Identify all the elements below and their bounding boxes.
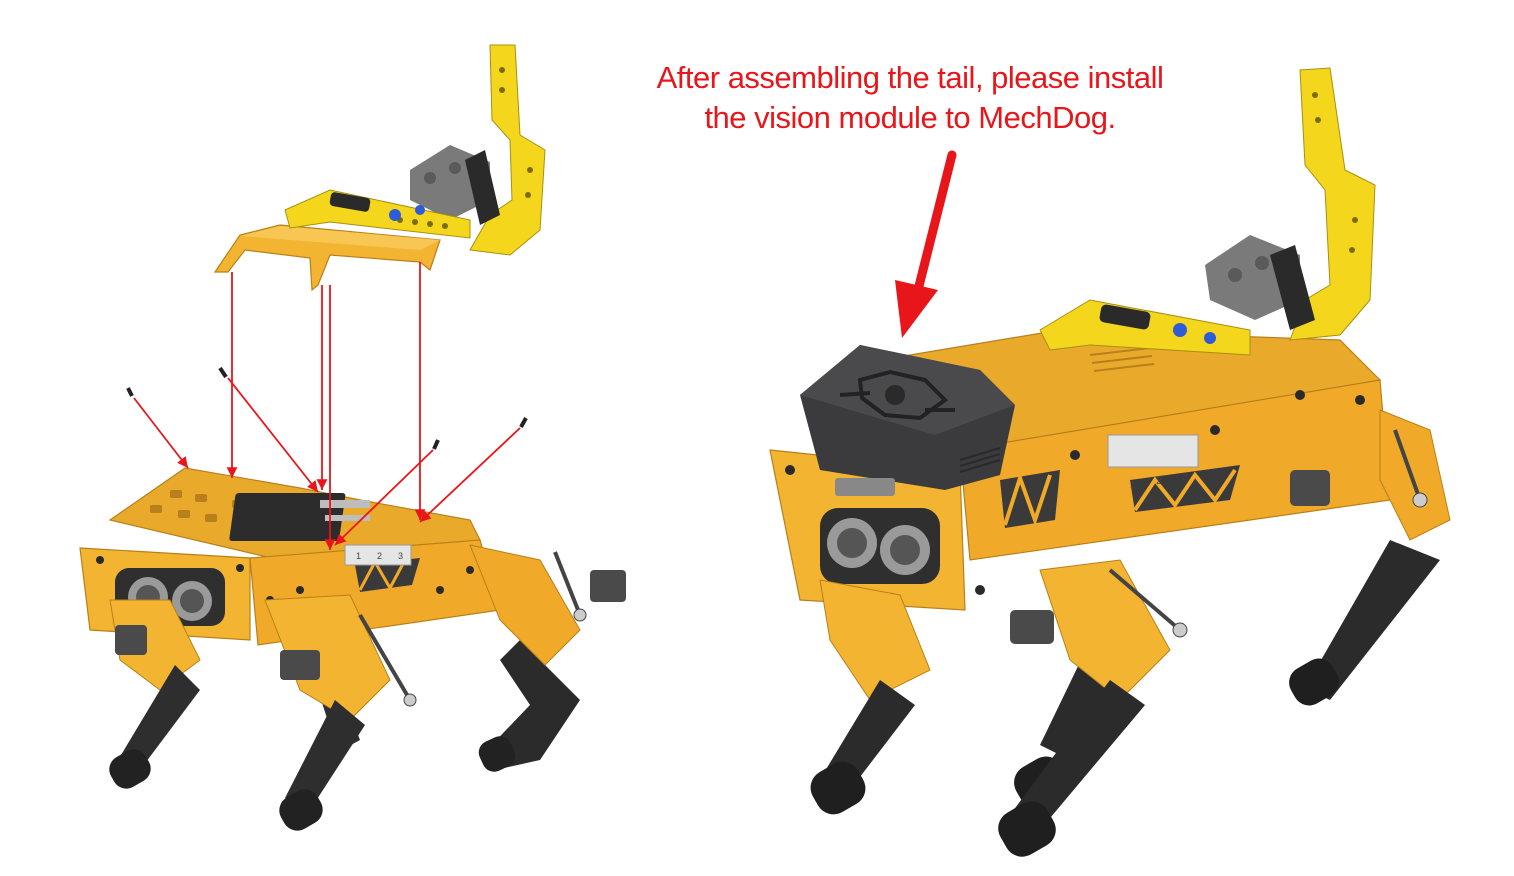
- assembled-view: 1 2 3: [769, 67, 1451, 857]
- instruction-text: After assembling the tail, please instal…: [560, 58, 1260, 138]
- floating-screws: [126, 366, 528, 450]
- port-label-2: 2: [377, 551, 382, 561]
- ultrasonic-sensor-assembled: [820, 508, 940, 584]
- port-label-3-assembled: 3: [1182, 472, 1188, 483]
- port-label-3: 3: [398, 551, 403, 561]
- port-label-2-assembled: 2: [1156, 476, 1162, 487]
- pointer-arrow: [895, 150, 957, 338]
- port-label-1: 1: [356, 551, 361, 561]
- port-label-1-assembled: 1: [1130, 480, 1136, 491]
- instruction-line-1: After assembling the tail, please instal…: [656, 60, 1164, 95]
- instruction-line-2: the vision module to MechDog.: [704, 100, 1116, 135]
- tail-assembly-floating: [284, 44, 546, 256]
- cover-plate: [213, 224, 441, 292]
- exploded-view: 1 2 3: [79, 44, 626, 831]
